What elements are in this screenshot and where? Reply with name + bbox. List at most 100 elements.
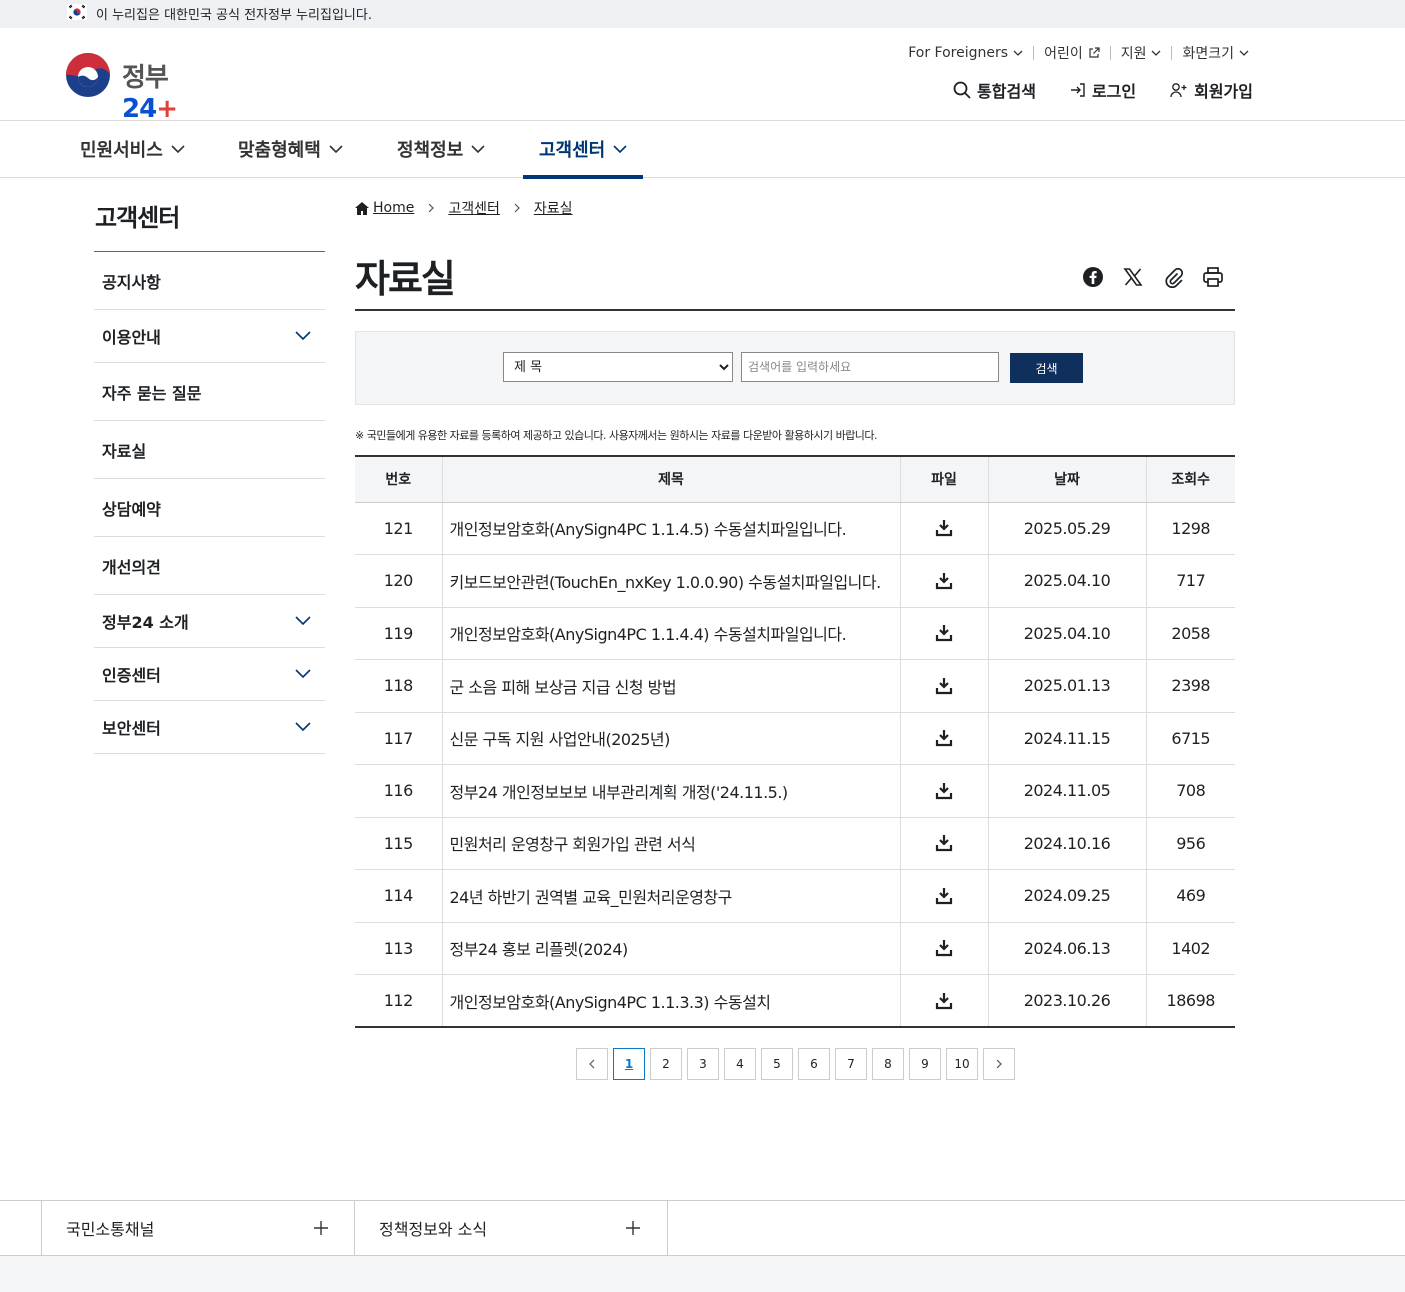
- kids-label: 어린이: [1044, 46, 1083, 62]
- cell-title-link[interactable]: 정부24 홍보 리플렛(2024): [441, 922, 900, 975]
- search-button[interactable]: 검색: [1010, 353, 1083, 383]
- integrated-search-button[interactable]: 통합검색: [953, 78, 1036, 102]
- support-menu[interactable]: 지원: [1111, 44, 1172, 62]
- cell-file: [899, 712, 988, 765]
- download-icon[interactable]: [935, 834, 953, 852]
- page-button[interactable]: 4: [724, 1048, 756, 1080]
- side-nav-item-about[interactable]: 정부24 소개: [94, 595, 325, 648]
- site-logo[interactable]: 정부24+: [64, 51, 214, 124]
- gnb-item-policy-info[interactable]: 정책정보: [397, 121, 485, 177]
- chevron-down-icon: [1013, 50, 1023, 56]
- download-icon[interactable]: [935, 572, 953, 590]
- kids-link[interactable]: 어린이: [1034, 44, 1110, 62]
- cell-views: 2398: [1145, 659, 1235, 713]
- page-title: 자료실: [355, 257, 456, 301]
- search-type-select[interactable]: 제 목: [503, 352, 733, 382]
- side-nav-item-security-center[interactable]: 보안센터: [94, 701, 325, 754]
- prev-page-button[interactable]: [576, 1048, 608, 1080]
- page-button[interactable]: 10: [946, 1048, 978, 1080]
- table-row[interactable]: 116 정부24 개인정보보보 내부관리계획 개정('24.11.5.) 2024.…: [355, 764, 1235, 818]
- page-button[interactable]: 9: [909, 1048, 941, 1080]
- cell-title-link[interactable]: 민원처리 운영창구 회원가입 관련 서식: [441, 817, 900, 870]
- cell-title-link[interactable]: 개인정보암호화(AnySign4PC 1.1.3.3) 수동설치: [441, 974, 900, 1027]
- cell-date: 2025.04.10: [987, 607, 1146, 660]
- page-button[interactable]: 7: [835, 1048, 867, 1080]
- link-copy-icon[interactable]: [1162, 266, 1184, 288]
- plus-icon: [626, 1221, 640, 1235]
- side-nav-item-usage-guide[interactable]: 이용안내: [94, 310, 325, 363]
- table-row[interactable]: 115 민원처리 운영창구 회원가입 관련 서식 2024.10.16 956: [355, 817, 1235, 870]
- download-icon[interactable]: [935, 519, 953, 537]
- download-icon[interactable]: [935, 782, 953, 800]
- download-icon[interactable]: [935, 887, 953, 905]
- download-icon[interactable]: [935, 939, 953, 957]
- cell-date: 2023.10.26: [987, 974, 1146, 1027]
- side-nav-item-suggestions[interactable]: 개선의견: [94, 537, 325, 595]
- page-button[interactable]: 1: [613, 1048, 645, 1080]
- for-foreigners-menu[interactable]: For Foreigners: [898, 44, 1033, 62]
- table-row[interactable]: 119 개인정보암호화(AnySign4PC 1.1.4.4) 수동설치파일입니다…: [355, 607, 1235, 660]
- facebook-icon[interactable]: [1082, 266, 1104, 288]
- download-icon[interactable]: [935, 729, 953, 747]
- table-row[interactable]: 120 키보드보안관련(TouchEn_nxKey 1.0.0.90) 수동설치파…: [355, 554, 1235, 608]
- print-icon[interactable]: [1202, 266, 1224, 288]
- gnb-item-custom-benefits[interactable]: 맞춤형혜택: [238, 121, 343, 177]
- table-row[interactable]: 113 정부24 홍보 리플렛(2024) 2024.06.13 1402: [355, 922, 1235, 975]
- breadcrumb-home-link[interactable]: Home: [373, 200, 414, 216]
- cell-no: 115: [355, 817, 442, 870]
- cell-title-link[interactable]: 신문 구독 지원 사업안내(2025년): [441, 712, 900, 765]
- cell-views: 6715: [1145, 712, 1235, 765]
- download-icon[interactable]: [935, 624, 953, 642]
- breadcrumb-customer-center[interactable]: 고객센터: [448, 198, 500, 218]
- x-twitter-icon[interactable]: [1122, 266, 1144, 288]
- footer-policy-news-toggle[interactable]: 정책정보와 소식: [354, 1201, 668, 1255]
- table-row[interactable]: 121 개인정보암호화(AnySign4PC 1.1.4.5) 수동설치파일입니다…: [355, 502, 1235, 555]
- page-button[interactable]: 8: [872, 1048, 904, 1080]
- cell-no: 120: [355, 554, 442, 608]
- table-row[interactable]: 114 24년 하반기 권역별 교육_민원처리운영창구 2024.09.25 469: [355, 869, 1235, 923]
- side-nav-label: 정부24 소개: [102, 613, 189, 632]
- gnb-item-civil-service[interactable]: 민원서비스: [80, 121, 185, 177]
- font-size-menu[interactable]: 화면크기: [1172, 44, 1259, 62]
- chevron-left-icon: [589, 1059, 595, 1069]
- table-row[interactable]: 118 군 소음 피해 보상금 지급 신청 방법 2025.01.13 2398: [355, 659, 1235, 713]
- page-button[interactable]: 3: [687, 1048, 719, 1080]
- notice-text: ※ 국민들에게 유용한 자료를 등록하여 제공하고 있습니다. 사용자께서는 원…: [355, 429, 878, 442]
- breadcrumb-archive[interactable]: 자료실: [534, 198, 573, 218]
- col-header-views: 조회수: [1145, 456, 1235, 503]
- gnb-label: 고객센터: [539, 140, 606, 161]
- footer-channels-label: 국민소통채널: [66, 1220, 155, 1239]
- footer-bar: 국민소통채널 정책정보와 소식: [0, 1200, 1405, 1256]
- cell-no: 113: [355, 922, 442, 975]
- cell-file: [899, 922, 988, 975]
- search-input[interactable]: [741, 352, 999, 382]
- cell-title-link[interactable]: 개인정보암호화(AnySign4PC 1.1.4.5) 수동설치파일입니다.: [441, 502, 900, 555]
- side-nav-item-archive[interactable]: 자료실: [94, 421, 325, 479]
- korea-flag-icon: [67, 4, 87, 20]
- page-button[interactable]: 5: [761, 1048, 793, 1080]
- side-nav-item-faq[interactable]: 자주 묻는 질문: [94, 363, 325, 421]
- cell-title-link[interactable]: 군 소음 피해 보상금 지급 신청 방법: [441, 659, 900, 713]
- download-icon[interactable]: [935, 677, 953, 695]
- table-row[interactable]: 117 신문 구독 지원 사업안내(2025년) 2024.11.15 6715: [355, 712, 1235, 765]
- breadcrumb-home[interactable]: Home: [355, 200, 414, 216]
- table-row[interactable]: 112 개인정보암호화(AnySign4PC 1.1.3.3) 수동설치 2023.…: [355, 974, 1235, 1027]
- gnb-item-customer-center[interactable]: 고객센터: [522, 121, 644, 179]
- page-button[interactable]: 6: [798, 1048, 830, 1080]
- signup-button[interactable]: 회원가입: [1170, 78, 1253, 102]
- side-nav-label: 상담예약: [102, 499, 161, 519]
- cell-date: 2024.10.16: [987, 817, 1146, 870]
- side-nav-item-consult-booking[interactable]: 상담예약: [94, 479, 325, 537]
- download-icon[interactable]: [935, 992, 953, 1010]
- archive-table: 번호 제목 파일 날짜 조회수 121 개인정보암호화(AnySign4PC 1.…: [355, 455, 1235, 1028]
- login-button[interactable]: 로그인: [1070, 78, 1136, 102]
- side-nav-item-notice[interactable]: 공지사항: [94, 252, 325, 310]
- next-page-button[interactable]: [983, 1048, 1015, 1080]
- footer-channels-toggle[interactable]: 국민소통채널: [41, 1201, 355, 1255]
- cell-title-link[interactable]: 정부24 개인정보보보 내부관리계획 개정('24.11.5.): [441, 764, 900, 818]
- cell-title-link[interactable]: 개인정보암호화(AnySign4PC 1.1.4.4) 수동설치파일입니다.: [441, 607, 900, 660]
- side-nav-item-auth-center[interactable]: 인증센터: [94, 648, 325, 701]
- cell-title-link[interactable]: 24년 하반기 권역별 교육_민원처리운영창구: [441, 869, 900, 923]
- cell-title-link[interactable]: 키보드보안관련(TouchEn_nxKey 1.0.0.90) 수동설치파일입니…: [441, 554, 900, 608]
- page-button[interactable]: 2: [650, 1048, 682, 1080]
